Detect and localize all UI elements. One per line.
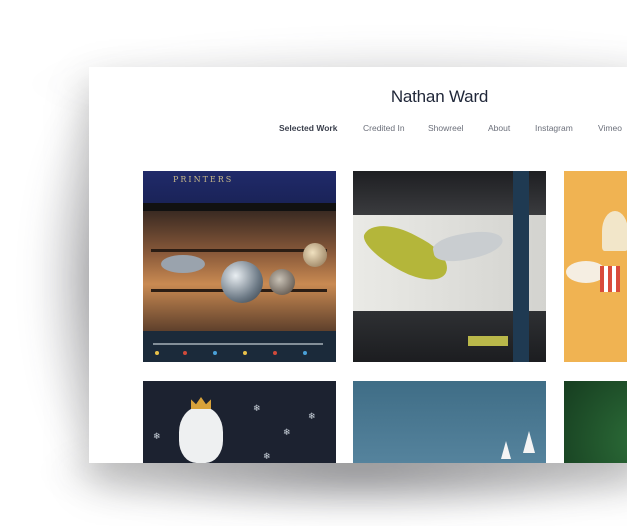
green-foliage-tile[interactable]	[564, 381, 627, 463]
gallery-installation-tile[interactable]	[353, 171, 546, 362]
polar-bear-window-tile[interactable]: ❄ ❄ ❄ ❄ ❄	[143, 381, 336, 463]
browser-page: Nathan Ward Selected Work Credited In Sh…	[89, 67, 627, 463]
yellow-bench	[468, 336, 508, 346]
globe-ornament	[221, 261, 263, 303]
nav-item-showreel[interactable]: Showreel	[428, 123, 463, 133]
light-dot	[303, 351, 307, 355]
nav-item-about[interactable]: About	[488, 123, 510, 133]
crown-shape	[191, 397, 211, 409]
main-nav: Selected Work Credited In Showreel About…	[89, 123, 627, 137]
window-sill	[153, 343, 323, 345]
paper-boat	[501, 441, 511, 459]
blue-sea-boats-tile[interactable]	[353, 381, 546, 463]
snowflake-icon: ❄	[308, 411, 316, 421]
nav-item-credited-in[interactable]: Credited In	[363, 123, 405, 133]
screenshot-stage: Nathan Ward Selected Work Credited In Sh…	[0, 0, 627, 526]
nav-item-selected-work[interactable]: Selected Work	[279, 123, 337, 133]
nav-item-instagram[interactable]: Instagram	[535, 123, 573, 133]
light-dot	[183, 351, 187, 355]
lantern-ornament	[303, 243, 327, 267]
shop-awning	[143, 203, 336, 211]
light-dot	[243, 351, 247, 355]
window-base	[143, 331, 336, 362]
shop-sign	[143, 171, 336, 203]
polar-bear-figure	[179, 407, 223, 463]
snowflake-icon: ❄	[253, 403, 261, 413]
shop-window-tile[interactable]: PRINTERS	[143, 171, 336, 362]
snowflake-icon: ❄	[263, 451, 271, 461]
light-dot	[155, 351, 159, 355]
popcorn-box	[600, 266, 620, 292]
site-title[interactable]: Nathan Ward	[89, 87, 627, 107]
gallery-pillar	[513, 171, 529, 362]
snowflake-icon: ❄	[153, 431, 161, 441]
ball-ornament	[269, 269, 295, 295]
light-dot	[213, 351, 217, 355]
shelf	[151, 249, 327, 252]
shop-sign-text: PRINTERS	[173, 175, 234, 184]
paper-boat	[523, 431, 535, 453]
light-dot	[273, 351, 277, 355]
ice-cream-tile[interactable]	[564, 171, 627, 362]
ice-cream-cone	[602, 211, 627, 251]
snowflake-icon: ❄	[283, 427, 291, 437]
nav-item-vimeo[interactable]: Vimeo	[598, 123, 622, 133]
airship-ornament	[161, 255, 205, 273]
